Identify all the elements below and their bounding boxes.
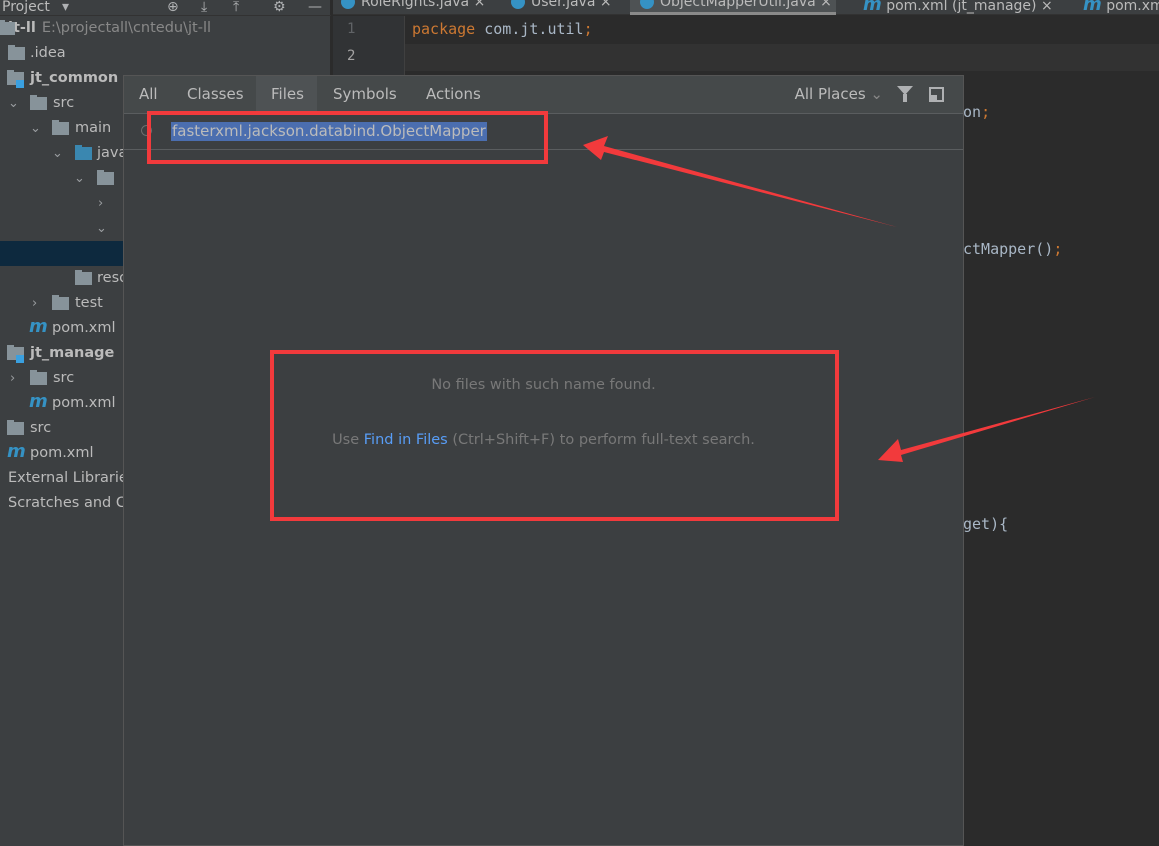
annotation-arrow [583, 136, 897, 227]
annotation-arrow [878, 397, 1095, 462]
annotation-arrows [583, 136, 1095, 462]
